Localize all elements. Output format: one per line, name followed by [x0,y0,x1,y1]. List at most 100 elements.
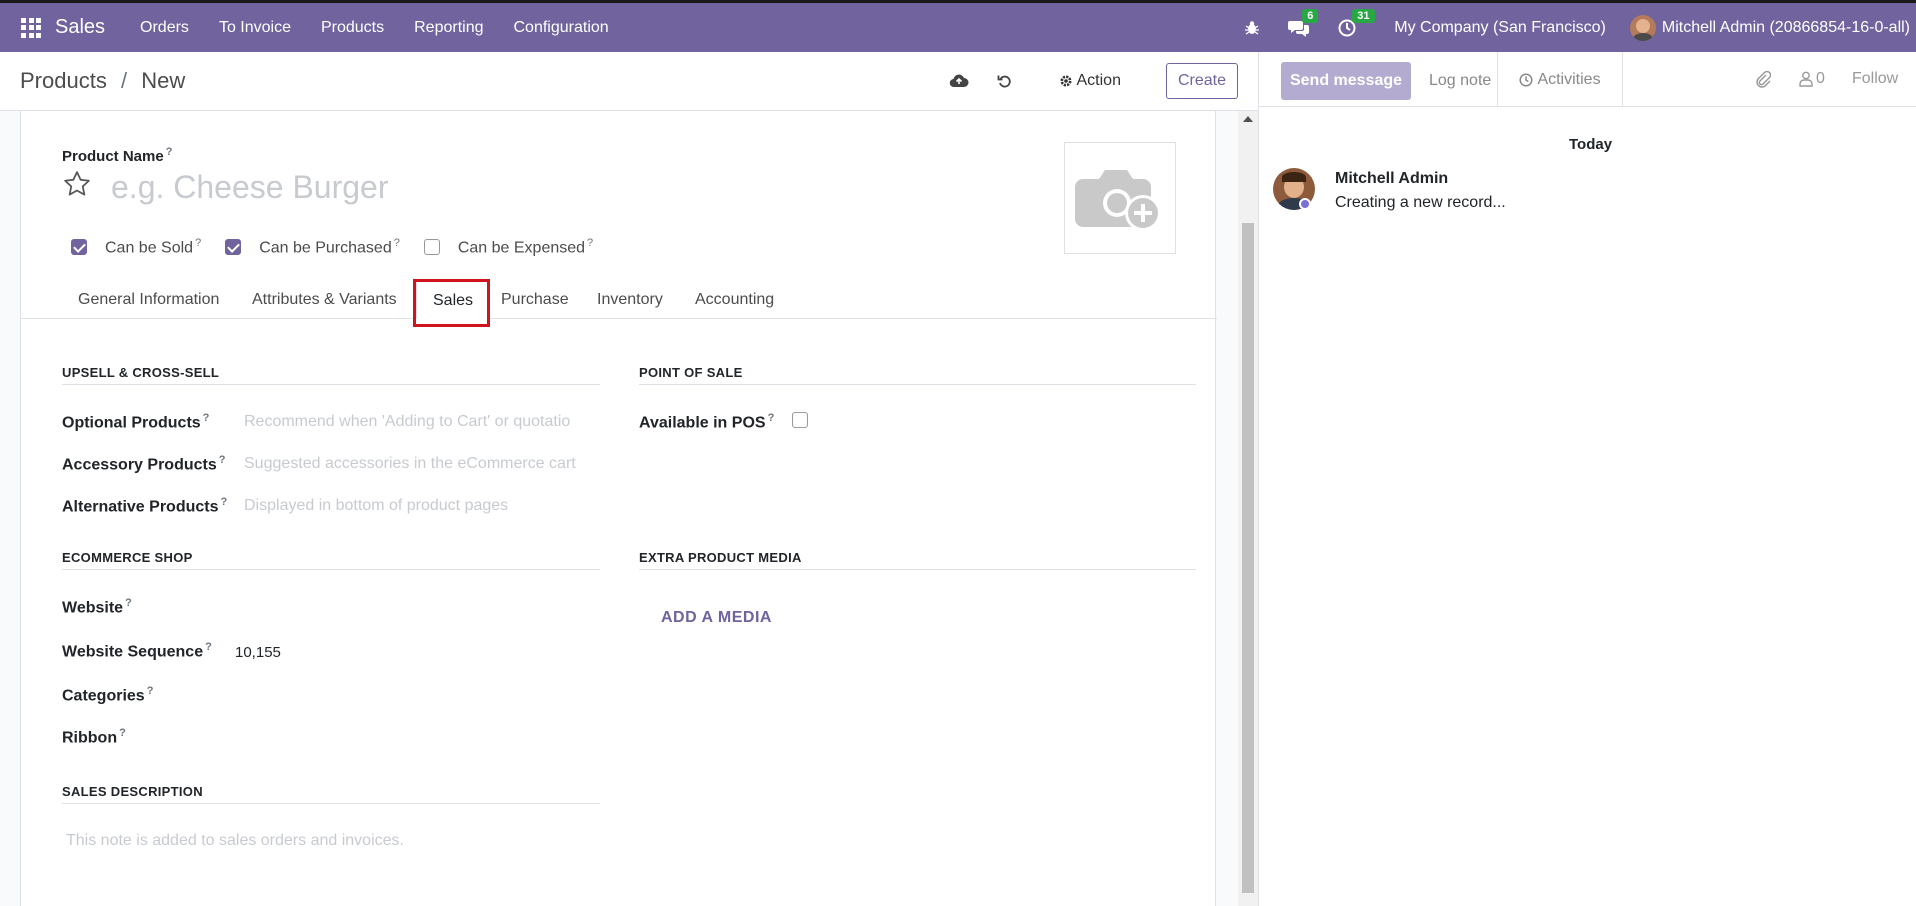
help-tooltip-icon[interactable]: ? [219,454,226,466]
tab-attributes-variants[interactable]: Attributes & Variants [252,281,397,319]
message-author[interactable]: Mitchell Admin [1335,170,1448,188]
activities-badge: 31 [1352,8,1375,23]
camera-plus-icon [1075,170,1161,231]
menu-reporting[interactable]: Reporting [414,19,483,37]
website-label: Website? [62,597,132,617]
optional-products-input[interactable]: Recommend when 'Adding to Cart' or quota… [244,413,584,431]
menu-orders[interactable]: Orders [140,19,189,37]
online-status-dot [1299,198,1311,210]
followers-count: 0 [1816,70,1825,87]
can-be-expensed-text: Can be Expensed [457,239,586,257]
help-tooltip-icon[interactable]: ? [203,412,210,424]
product-name-input[interactable]: e.g. Cheese Burger [111,169,389,206]
save-cloud-icon[interactable] [949,73,969,89]
ribbon-text: Ribbon [62,729,118,747]
tab-general-information[interactable]: General Information [78,281,219,319]
favorite-star-icon[interactable] [62,169,92,203]
follow-button[interactable]: Follow [1852,70,1898,88]
help-tooltip-icon[interactable]: ? [220,496,227,508]
follower-user-icon [1799,71,1813,87]
tab-accounting[interactable]: Accounting [695,281,774,319]
clock-icon [1519,72,1533,87]
apps-menu-icon[interactable] [21,17,41,38]
tab-sales[interactable]: Sales [416,281,491,319]
help-tooltip-icon[interactable]: ? [125,597,132,609]
help-tooltip-icon[interactable]: ? [166,146,173,158]
categories-label: Categories? [62,685,153,705]
can-be-sold-checkbox[interactable] [71,239,87,256]
action-menu-button[interactable]: Action [1059,72,1121,90]
breadcrumb: Products / New [20,68,185,94]
top-navbar: Sales Orders To Invoice Products Reporti… [0,0,1916,52]
form-sheet: Product Name? e.g. Cheese Burger Can be … [20,111,1217,906]
section-media-title: EXTRA PRODUCT MEDIA [639,550,1196,570]
send-message-button[interactable]: Send message [1281,62,1411,100]
action-label: Action [1076,72,1121,89]
product-image-upload[interactable] [1064,142,1176,254]
menu-configuration[interactable]: Configuration [514,19,609,37]
activities-button[interactable]: Activities [1497,52,1623,107]
optional-products-text: Optional Products [62,414,201,432]
alternative-products-label: Alternative Products? [62,496,227,516]
app-name[interactable]: Sales [55,16,105,39]
accessory-products-input[interactable]: Suggested accessories in the eCommerce c… [244,455,584,473]
debug-icon[interactable] [1244,20,1260,36]
available-in-pos-text: Available in POS [639,414,766,432]
breadcrumb-products[interactable]: Products [20,68,107,93]
user-menu[interactable]: Mitchell Admin (20866854-16-0-all) [1629,14,1910,41]
alternative-products-text: Alternative Products [62,498,219,516]
product-name-label: Product Name? [62,146,172,165]
breadcrumb-separator: / [120,68,128,93]
form-notebook-tabs: General Information Attributes & Variant… [21,281,1217,319]
website-sequence-label: Website Sequence? [62,641,212,661]
available-in-pos-label: Available in POS? [639,412,774,432]
user-avatar [1629,14,1656,41]
message-body: Creating a new record... [1335,194,1506,211]
section-sales-description-title: SALES DESCRIPTION [62,784,600,804]
can-be-expensed-checkbox[interactable] [423,239,440,256]
help-tooltip-icon[interactable]: ? [768,412,775,424]
scroll-up-arrow-icon[interactable] [1243,116,1253,122]
website-sequence-input[interactable]: 10,155 [235,644,281,661]
ribbon-label: Ribbon? [62,727,126,747]
sales-description-input[interactable]: This note is added to sales orders and i… [66,832,404,850]
product-name-label-text: Product Name [62,148,164,165]
help-tooltip-icon[interactable]: ? [205,641,212,653]
activities-label: Activities [1537,70,1601,88]
menu-to-invoice[interactable]: To Invoice [219,19,291,37]
help-tooltip-icon[interactable]: ? [147,685,154,697]
website-text: Website [62,599,124,617]
tab-purchase[interactable]: Purchase [501,281,569,319]
create-button[interactable]: Create [1165,63,1238,99]
help-tooltip-icon[interactable]: ? [587,237,593,249]
help-tooltip-icon[interactable]: ? [394,237,400,249]
alternative-products-input[interactable]: Displayed in bottom of product pages [244,497,584,515]
product-type-checkboxes: Can be Sold? Can be Purchased? Can be Ex… [71,237,617,257]
help-tooltip-icon[interactable]: ? [119,727,126,739]
followers-button[interactable]: 0 [1799,70,1825,88]
help-tooltip-icon[interactable]: ? [195,237,201,249]
messages-icon[interactable]: 6 [1288,8,1319,37]
can-be-expensed-label: Can be Expensed? [458,237,593,257]
messages-badge: 6 [1302,8,1319,23]
form-scrollbar[interactable] [1238,111,1258,906]
scrollbar-thumb[interactable] [1242,223,1254,893]
available-in-pos-checkbox[interactable] [792,412,808,428]
log-note-button[interactable]: Log note [1429,72,1491,90]
tab-inventory[interactable]: Inventory [597,281,663,319]
activities-clock-icon[interactable]: 31 [1338,8,1375,37]
categories-text: Categories [62,687,145,705]
can-be-sold-text: Can be Sold [105,239,194,257]
discard-undo-icon[interactable] [997,73,1013,89]
user-name: Mitchell Admin (20866854-16-0-all) [1661,18,1910,36]
website-sequence-text: Website Sequence [62,643,204,661]
can-be-purchased-checkbox[interactable] [225,239,242,256]
company-switcher[interactable]: My Company (San Francisco) [1394,19,1606,37]
can-be-purchased-label: Can be Purchased? [259,237,400,257]
add-media-button[interactable]: ADD A MEDIA [661,609,772,627]
control-panel: Products / New Action Create [0,52,1258,111]
date-separator: Today [1569,136,1613,153]
gear-icon [1060,75,1071,87]
menu-products[interactable]: Products [321,19,384,37]
attachment-paperclip-icon[interactable] [1755,70,1771,88]
